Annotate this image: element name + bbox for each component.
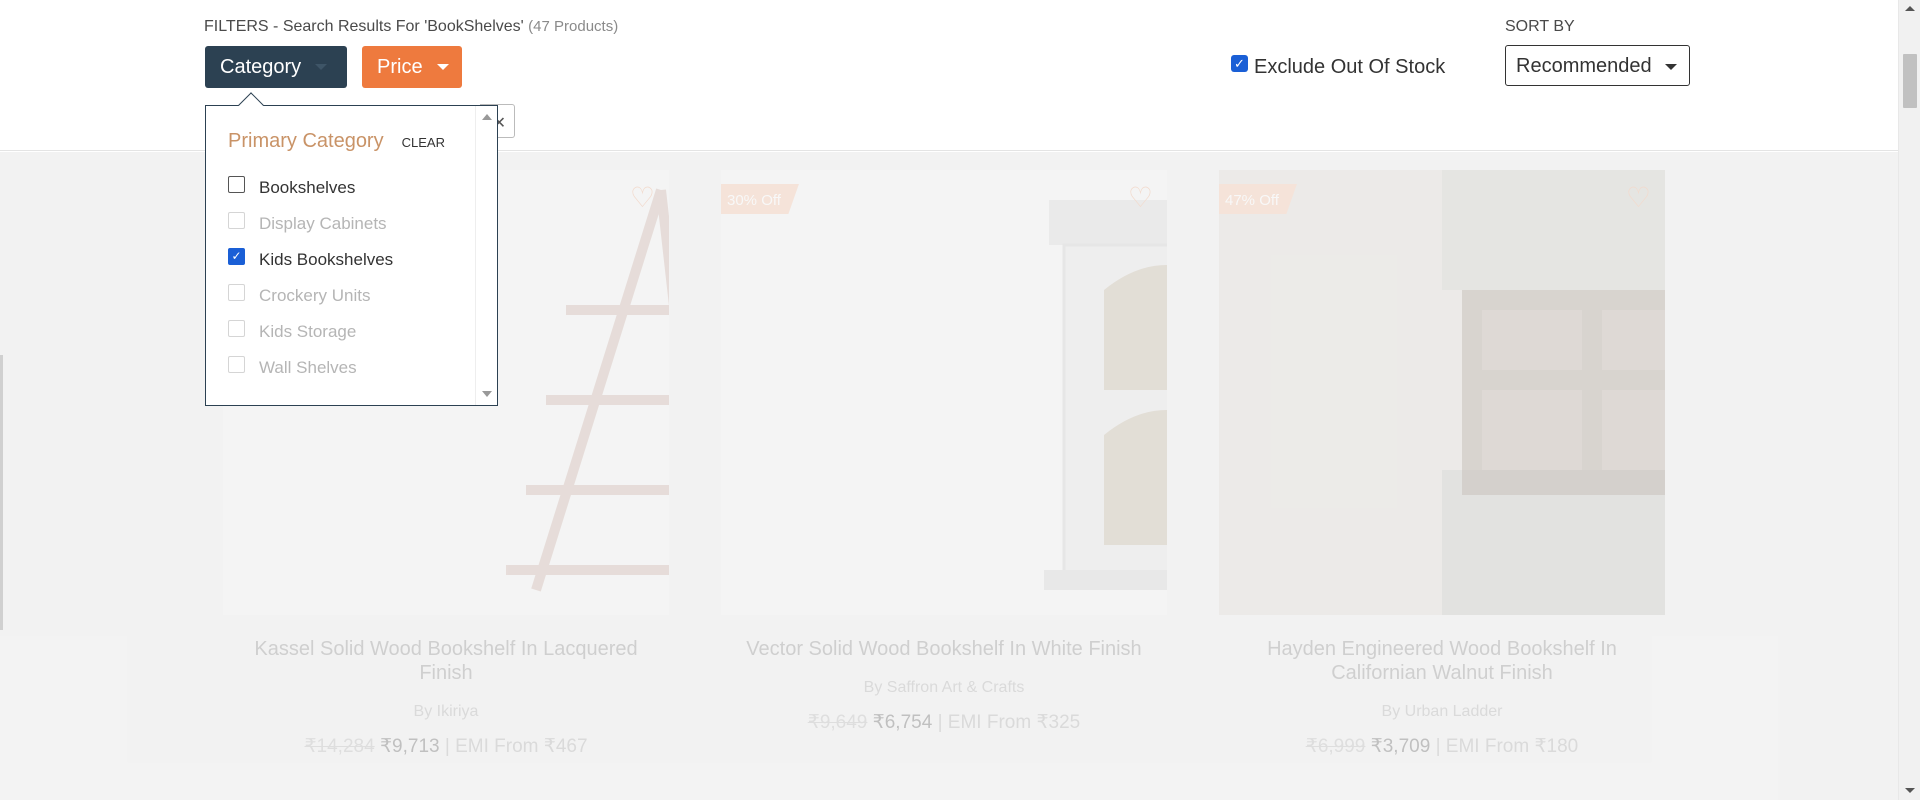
scroll-down-icon[interactable] [482,391,492,397]
product-count: (47 Products) [528,18,619,35]
checkbox[interactable] [228,175,245,193]
sort-selected-value: Recommended [1516,55,1652,77]
category-option-wall-shelves: Wall Shelves [228,350,393,386]
side-tab [0,355,3,630]
chevron-down-icon [1665,64,1677,70]
option-label: Kids Storage [259,322,357,341]
chevron-down-icon [436,64,449,70]
checkbox [228,319,245,337]
category-option-kids-storage: Kids Storage [228,314,393,350]
category-option-crockery-units: Crockery Units [228,278,393,314]
option-label: Wall Shelves [259,358,357,377]
chevron-down-icon [315,64,328,70]
option-label: Kids Bookshelves [259,250,394,269]
option-label: Display Cabinets [259,214,387,233]
dropdown-title: Primary Category [228,130,384,152]
checkbox [228,283,245,301]
sort-select[interactable]: Recommended [1505,45,1690,86]
exclude-out-of-stock[interactable]: ✓ Exclude Out Of Stock [1231,55,1446,79]
category-option-display-cabinets: Display Cabinets [228,206,393,242]
checkbox [228,355,245,373]
category-option-bookshelves[interactable]: Bookshelves [228,170,393,206]
category-dropdown: Primary Category CLEAR Bookshelves Displ… [205,92,498,406]
option-label: Bookshelves [259,178,356,197]
category-option-kids-bookshelves[interactable]: ✓ Kids Bookshelves [228,242,393,278]
category-filter-button[interactable]: Category [205,46,347,88]
clear-button[interactable]: CLEAR [402,135,445,150]
scroll-up-icon[interactable] [482,114,492,120]
exclude-label: Exclude Out Of Stock [1254,56,1446,78]
page-scrollbar[interactable] [1898,0,1920,800]
dropdown-header: Primary Category CLEAR [228,130,445,153]
scroll-up-icon[interactable] [1905,6,1915,11]
dropdown-scrollbar[interactable] [475,106,497,405]
scroll-down-icon[interactable] [1905,788,1915,793]
option-label: Crockery Units [259,286,371,305]
category-list: Bookshelves Display Cabinets ✓ Kids Book… [228,170,393,386]
filters-heading: FILTERS - Search Results For 'BookShelve… [204,18,618,36]
sort-label: SORT BY [1505,18,1575,35]
price-button-label: Price [377,55,423,78]
filters-title-text: FILTERS - Search Results For 'BookShelve… [204,18,524,35]
category-button-label: Category [220,55,302,78]
scroll-thumb[interactable] [1903,54,1917,108]
checkbox-checked[interactable]: ✓ [228,247,245,265]
checkbox [228,211,245,229]
exclude-checkbox[interactable]: ✓ [1231,55,1248,72]
price-filter-button[interactable]: Price [362,46,462,88]
